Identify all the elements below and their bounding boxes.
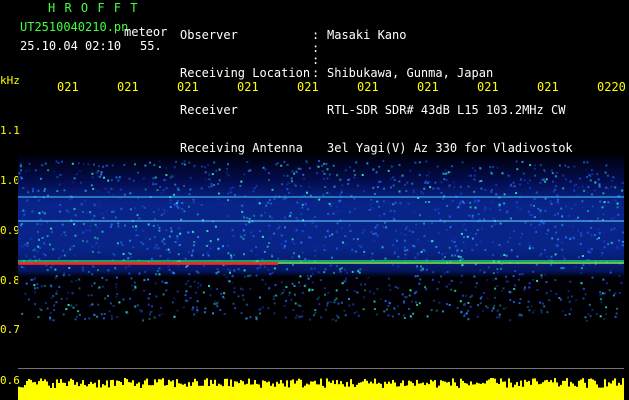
y-tick: 0.6 bbox=[0, 374, 20, 387]
x-tick: 021 bbox=[237, 80, 259, 94]
info-value: Masaki Kano bbox=[327, 28, 407, 42]
date-time: 25.10.04 02:10 bbox=[20, 39, 122, 53]
x-tick: 021 bbox=[537, 80, 559, 94]
spectrogram bbox=[18, 155, 624, 400]
signal-type: meteor bbox=[124, 25, 168, 39]
x-tick: 021 bbox=[177, 80, 199, 94]
y-tick: 0.9 bbox=[0, 224, 20, 237]
x-tick: 021 bbox=[477, 80, 499, 94]
meteor-count: 55. bbox=[140, 39, 162, 53]
y-tick: 1.1 bbox=[0, 124, 20, 137]
app-title: H R O F F T bbox=[48, 1, 139, 15]
info-label: Receiving Location bbox=[180, 65, 311, 80]
y-tick: 0.8 bbox=[0, 274, 20, 287]
x-tick: 0220 bbox=[597, 80, 626, 94]
axis-unit: kHz bbox=[0, 74, 20, 87]
x-tick: 021 bbox=[357, 80, 379, 94]
file-name: UT2510040210.pn bbox=[20, 20, 129, 34]
x-tick: 021 bbox=[417, 80, 439, 94]
info-label: Observer bbox=[180, 28, 238, 42]
x-tick: 021 bbox=[297, 80, 319, 94]
info-value: Shibukawa, Gunma, Japan bbox=[327, 65, 494, 80]
x-tick: 021 bbox=[57, 80, 79, 94]
x-tick: 021 bbox=[117, 80, 139, 94]
info-colons: :::: bbox=[312, 28, 320, 80]
y-tick: 0.7 bbox=[0, 323, 20, 336]
y-tick: 1.0 bbox=[0, 174, 20, 187]
